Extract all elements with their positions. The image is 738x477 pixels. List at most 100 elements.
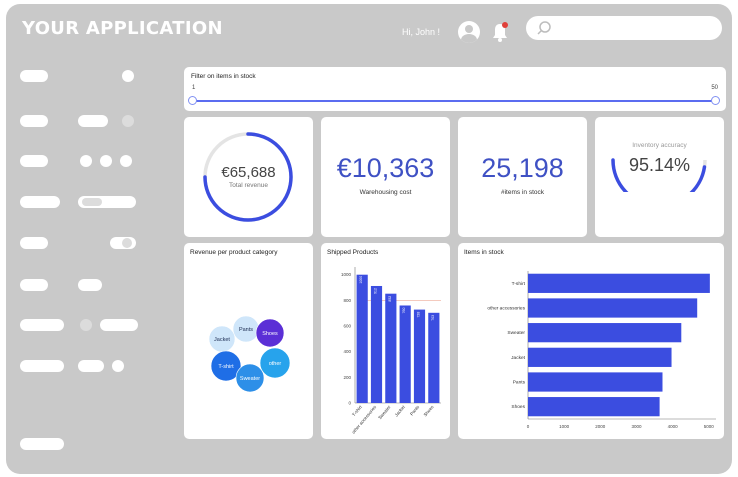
sidebar-item-7[interactable] <box>20 319 64 331</box>
revenue-category-title: Revenue per product category <box>190 249 278 256</box>
shipped-bar <box>385 293 397 403</box>
stock-bar <box>528 372 663 392</box>
shipped-ytick-label: 600 <box>343 324 351 329</box>
sidebar-item-7-dot[interactable] <box>80 319 92 331</box>
sidebar-item-3[interactable] <box>20 155 48 167</box>
stock-ytick-label: Shoes <box>511 404 525 410</box>
stock-bar <box>528 397 660 417</box>
stock-xtick-label: 5000 <box>704 424 715 429</box>
items-in-stock-label: #items in stock <box>501 189 544 196</box>
stock-bar <box>528 273 710 293</box>
sidebar-item-8-dot[interactable] <box>112 360 124 372</box>
stock-ytick-label: Sweater <box>507 330 525 336</box>
shipped-ytick-label: 200 <box>343 375 351 380</box>
shipped-xtick-label: Shoes <box>423 404 436 418</box>
stock-ytick-label: T-shirt <box>512 281 526 287</box>
bubble-label-other: other <box>269 361 282 367</box>
stock-ytick-label: other accessories <box>487 306 525 312</box>
shipped-products-chart: 020040060080010001000T-shirt912other acc… <box>341 267 441 435</box>
stock-xtick-label: 4000 <box>668 424 679 429</box>
avatar-head <box>465 25 473 33</box>
stock-xtick-label: 3000 <box>631 424 642 429</box>
stock-bar <box>528 323 682 343</box>
sidebar-item-6-pill[interactable] <box>78 279 102 291</box>
sidebar-item-2[interactable] <box>20 115 48 127</box>
sidebar-item-8-pill[interactable] <box>78 360 104 372</box>
stock-xtick-label: 1000 <box>559 424 570 429</box>
sidebar-item-2-dot[interactable] <box>122 115 134 127</box>
sidebar-item-3-dot-b[interactable] <box>100 155 112 167</box>
sidebar-item-1[interactable] <box>20 70 48 82</box>
stock-bar <box>528 298 698 318</box>
sidebar-item-6[interactable] <box>20 279 48 291</box>
inventory-accuracy-value: 95.14% <box>628 155 691 175</box>
shipped-bar-data-label: 912 <box>374 288 378 294</box>
shipped-bar <box>370 285 383 403</box>
avatar[interactable] <box>458 21 480 43</box>
sidebar-item-5[interactable] <box>20 237 48 249</box>
shipped-bar <box>428 312 440 403</box>
revenue-category-chart: Pants Shoes Jacket other T-shirt Sweater <box>208 315 291 393</box>
bubble-label-sweater: Sweater <box>240 376 260 382</box>
chart-card-shipped-products: Shipped Products 0 200 400 600 800 1000 1000 T-… <box>321 243 450 439</box>
sidebar-item-5-knob <box>122 238 132 248</box>
search-icon <box>537 21 551 35</box>
shipped-xtick-label: Jacket <box>394 404 407 418</box>
kpi-card-total-revenue: €65,688 Total revenue <box>184 117 313 237</box>
kpi-card-inventory-accuracy: Inventory accuracy 95.14% <box>595 117 724 237</box>
kpi-card-warehousing: €10,363 Warehousing cost <box>321 117 450 237</box>
search-bar[interactable] <box>526 16 722 40</box>
bubble-label-jacket: Jacket <box>214 337 230 343</box>
app-title: YOUR APPLICATION <box>22 18 223 39</box>
filter-slider-min-handle[interactable] <box>188 96 197 105</box>
avatar-body <box>461 34 477 43</box>
bubble-label-t-shirt: T-shirt <box>218 364 234 370</box>
shipped-bar <box>399 305 411 403</box>
sidebar-item-4-knob <box>82 198 102 206</box>
filter-label: Filter on items in stock <box>191 73 256 80</box>
stock-xtick-label: 0 <box>527 424 530 429</box>
shipped-xtick-label: Sweater <box>377 404 392 420</box>
shipped-ytick-label: 0 <box>348 401 351 406</box>
filter-slider-track[interactable] <box>191 100 715 102</box>
sidebar-item-1-dot[interactable] <box>122 70 134 82</box>
shipped-bar <box>413 309 426 403</box>
stock-ytick-label: Pants <box>513 380 526 386</box>
inventory-accuracy-label: Inventory accuracy <box>632 142 687 149</box>
bell-icon[interactable] <box>490 21 510 43</box>
shipped-ytick-label: 400 <box>343 349 351 354</box>
stock-ytick-label: Jacket <box>511 355 526 361</box>
sidebar-item-4[interactable] <box>20 196 60 208</box>
bubble-label-pants: Pants <box>239 327 253 333</box>
shipped-xtick-label: Pants <box>409 404 421 417</box>
sidebar-item-2-pill[interactable] <box>78 115 108 127</box>
bubble-label-shoes: Shoes <box>262 331 278 337</box>
sidebar-footer-item[interactable] <box>20 438 64 450</box>
total-revenue-label: Total revenue <box>228 182 269 189</box>
user-greeting: Hi, John ! <box>402 27 441 37</box>
warehousing-cost-label: Warehousing cost <box>359 189 412 196</box>
sidebar-item-3-dot-a[interactable] <box>80 155 92 167</box>
shipped-ytick-label: 1000 <box>341 272 352 277</box>
kpi-card-items-in-stock: 25,198 #items in stock <box>458 117 587 237</box>
stock-bar <box>528 347 672 367</box>
warehousing-cost-value: €10,363 <box>336 153 435 183</box>
items-in-stock-value: 25,198 <box>481 153 564 183</box>
shipped-bar-data-label: 760 <box>402 308 406 314</box>
chart-card-revenue-category: Revenue per product category Pants Shoes J… <box>184 243 313 439</box>
shipped-bar-data-label: 728 <box>417 312 421 318</box>
sidebar-item-8[interactable] <box>20 360 64 372</box>
shipped-bar <box>356 274 368 403</box>
filter-min-label: 1 <box>192 85 196 91</box>
shipped-ytick-label: 800 <box>343 298 351 303</box>
shipped-bar-data-label: 703 <box>431 315 435 321</box>
shipped-bar-data-label: 852 <box>388 296 392 302</box>
sidebar-item-7-pill[interactable] <box>100 319 138 331</box>
filter-max-label: 50 <box>711 85 718 91</box>
items-in-stock-chart: 0 1000 2000 3000 4000 5000 T-shirt other access… <box>487 271 716 429</box>
filter-slider-max-handle[interactable] <box>711 96 720 105</box>
sidebar-item-3-dot-c[interactable] <box>120 155 132 167</box>
total-revenue-value: €65,688 <box>221 164 276 181</box>
chart-card-items-in-stock: Items in stock 0 1000 2000 3000 4000 5000 T-sh… <box>458 243 724 439</box>
shipped-xtick-label: T-shirt <box>351 404 363 417</box>
